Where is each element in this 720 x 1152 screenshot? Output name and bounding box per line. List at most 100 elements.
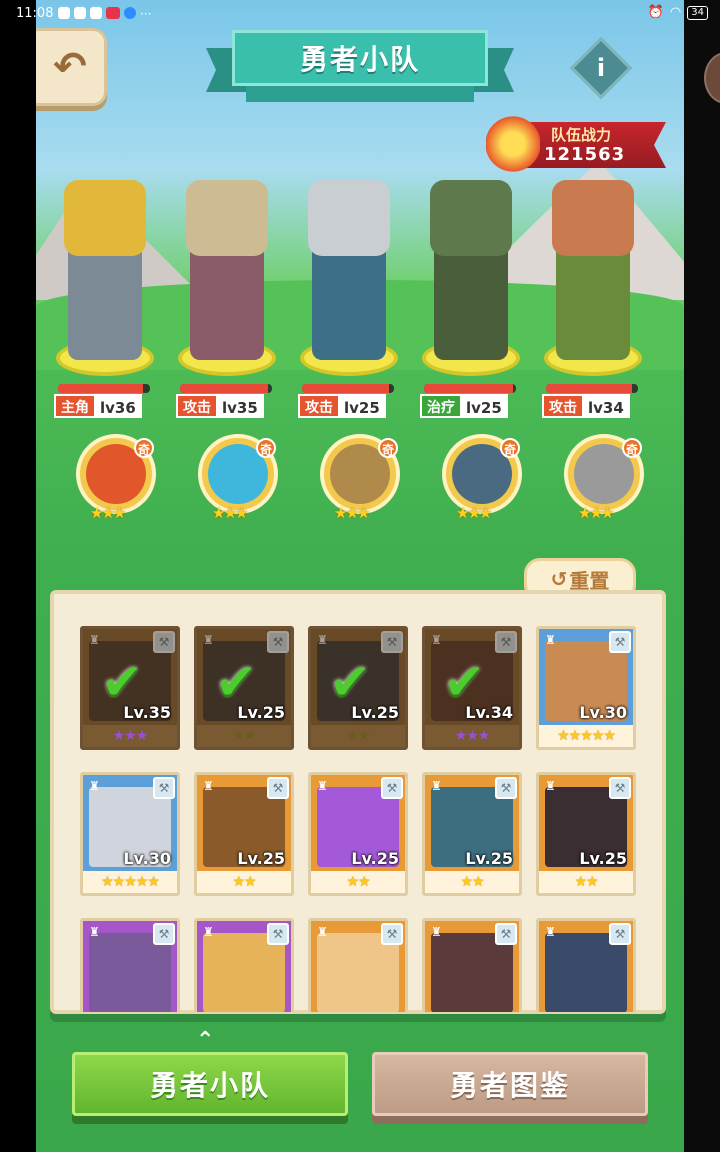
hero-slot[interactable]: 攻击 lv34: [538, 140, 648, 430]
hero-card-level: Lv.25: [237, 849, 285, 868]
banner-shadow: [246, 86, 474, 102]
hero-level: lv36: [94, 394, 142, 418]
hero-head: [552, 180, 634, 256]
hero-card[interactable]: ♜ ⚒ ✔ Lv.25 ★★: [194, 626, 294, 750]
pet-rarity-badge: 奇: [622, 438, 642, 458]
hero-hp-fill: [302, 384, 390, 393]
pet-rarity-badge: 奇: [134, 438, 154, 458]
weapon-icon: ⚒: [609, 777, 631, 799]
hero-card-level: Lv.35: [123, 703, 171, 722]
hero-card[interactable]: ♜ ⚒ Lv.30 ★★★★★: [80, 772, 180, 896]
wifi-icon: ◠: [669, 5, 682, 20]
star-rating: ★★★★★: [557, 728, 616, 744]
pet-stars: ★★★: [456, 504, 492, 522]
class-icon: ♜: [431, 925, 442, 939]
weapon-icon: ⚒: [267, 777, 289, 799]
hero-card[interactable]: ♜ ⚒ ✔ Lv.35 ★★★: [80, 626, 180, 750]
class-icon: ♜: [545, 925, 556, 939]
hero-role: 治疗: [420, 394, 460, 418]
hero-card-stars: ★★: [311, 871, 405, 893]
hero-slot[interactable]: 治疗 lv25: [416, 140, 526, 430]
hero-roster-grid[interactable]: ♜ ⚒ ✔ Lv.35 ★★★ ♜ ⚒ ✔ Lv.25 ★★ ♜ ⚒ ✔ Lv.25 ★★ ♜ ⚒ ✔ Lv.34 ★…: [80, 614, 640, 1012]
hero-card[interactable]: ♜ ⚒: [308, 918, 408, 1012]
class-icon: ♜: [203, 925, 214, 939]
hero-hp-bar: [180, 384, 272, 393]
info-button[interactable]: i: [569, 36, 633, 100]
hero-hp-bar: [58, 384, 150, 393]
tab-hero-codex[interactable]: 勇者图鉴: [372, 1052, 648, 1116]
hero-slot[interactable]: 攻击 lv35: [172, 140, 282, 430]
star-rating: ★★: [460, 874, 484, 890]
hero-card-stars: ★★★★★: [83, 871, 177, 893]
hero-card-stars: ★★: [197, 871, 291, 893]
star-rating: ★★★: [112, 728, 149, 744]
hero-card[interactable]: ♜ ⚒: [536, 918, 636, 1012]
reset-icon: ↺: [550, 567, 568, 591]
pet-slot[interactable]: 奇 ★★★: [442, 434, 526, 524]
chevron-up-icon[interactable]: ⌃: [196, 1028, 214, 1053]
hero-role: 主角: [54, 394, 94, 418]
floating-avatar[interactable]: [704, 52, 720, 104]
weapon-icon: ⚒: [495, 777, 517, 799]
pet-slot[interactable]: 奇 ★★★: [320, 434, 404, 524]
hero-card[interactable]: ♜ ⚒ ✔ Lv.25 ★★: [308, 626, 408, 750]
class-icon: ♜: [431, 779, 442, 793]
class-icon: ♜: [203, 779, 214, 793]
hero-card-stars: ★★★: [83, 725, 177, 747]
hero-roster-panel: ♜ ⚒ ✔ Lv.35 ★★★ ♜ ⚒ ✔ Lv.25 ★★ ♜ ⚒ ✔ Lv.25 ★★ ♜ ⚒ ✔ Lv.34 ★…: [50, 590, 666, 1014]
pet-stars: ★★★: [334, 504, 370, 522]
hero-card[interactable]: ♜ ⚒ Lv.25 ★★: [194, 772, 294, 896]
hero-head: [308, 180, 390, 256]
hero-card[interactable]: ♜ ⚒ Lv.25 ★★: [536, 772, 636, 896]
tab-hero-team[interactable]: 勇者小队: [72, 1052, 348, 1116]
hero-hp-bar: [302, 384, 394, 393]
hero-card-level: Lv.25: [237, 703, 285, 722]
pet-slot[interactable]: 奇 ★★★: [76, 434, 160, 524]
star-rating: ★★: [574, 874, 598, 890]
more-notifications-icon: ···: [140, 7, 152, 21]
star-rating: ★★★: [454, 728, 491, 744]
hero-slot[interactable]: 主角 lv36: [50, 140, 160, 430]
hero-level: lv25: [460, 394, 508, 418]
star-rating: ★★: [232, 728, 256, 744]
weapon-icon: ⚒: [609, 631, 631, 653]
hero-level: lv34: [582, 394, 630, 418]
weapon-icon: ⚒: [153, 923, 175, 945]
hero-card-stars: ★★: [197, 725, 291, 747]
hero-hp-fill: [424, 384, 514, 393]
hero-card-stars: ★★★★★: [539, 725, 633, 747]
hero-card[interactable]: ♜ ⚒ Lv.25 ★★: [308, 772, 408, 896]
back-button[interactable]: ↶: [36, 28, 107, 106]
pet-stars: ★★★: [578, 504, 614, 522]
hero-slot[interactable]: 攻击 lv25: [294, 140, 404, 430]
hero-head: [64, 180, 146, 256]
hero-hp-bar: [424, 384, 516, 393]
game-viewport: ↶ 勇者小队 i 队伍战力 121563 主角 lv36 攻击 lv35 攻击 lv25 治…: [36, 0, 684, 1152]
hero-card-level: Lv.34: [465, 703, 513, 722]
hero-card[interactable]: ♜ ⚒ ✔ Lv.34 ★★★: [422, 626, 522, 750]
hero-hp-fill: [546, 384, 633, 393]
weapon-icon: ⚒: [609, 923, 631, 945]
hero-card[interactable]: ♜ ⚒ Lv.25 ★★: [422, 772, 522, 896]
class-icon: ♜: [317, 779, 328, 793]
title-banner: 勇者小队: [232, 30, 488, 86]
hero-card-stars: ★★: [425, 871, 519, 893]
pet-rarity-badge: 奇: [378, 438, 398, 458]
hero-tag: 主角 lv36: [54, 394, 142, 418]
star-rating: ★★: [346, 874, 370, 890]
hero-card[interactable]: ♜ ⚒: [422, 918, 522, 1012]
class-icon: ♜: [89, 925, 100, 939]
gallery-icon: [74, 7, 86, 19]
alarm-icon: ⏰: [647, 5, 664, 20]
back-arrow-icon: ↶: [53, 44, 87, 90]
hero-card-level: Lv.30: [579, 703, 627, 722]
hero-card[interactable]: ♜ ⚒: [194, 918, 294, 1012]
hero-card[interactable]: ♜ ⚒ Lv.30 ★★★★★: [536, 626, 636, 750]
hero-card[interactable]: ♜ ⚒: [80, 918, 180, 1012]
pet-slot[interactable]: 奇 ★★★: [564, 434, 648, 524]
pet-slot[interactable]: 奇 ★★★: [198, 434, 282, 524]
hero-card-stars: ★★: [539, 871, 633, 893]
star-rating: ★★: [346, 728, 370, 744]
info-icon: i: [596, 54, 606, 82]
screen-edge: [684, 0, 720, 1152]
